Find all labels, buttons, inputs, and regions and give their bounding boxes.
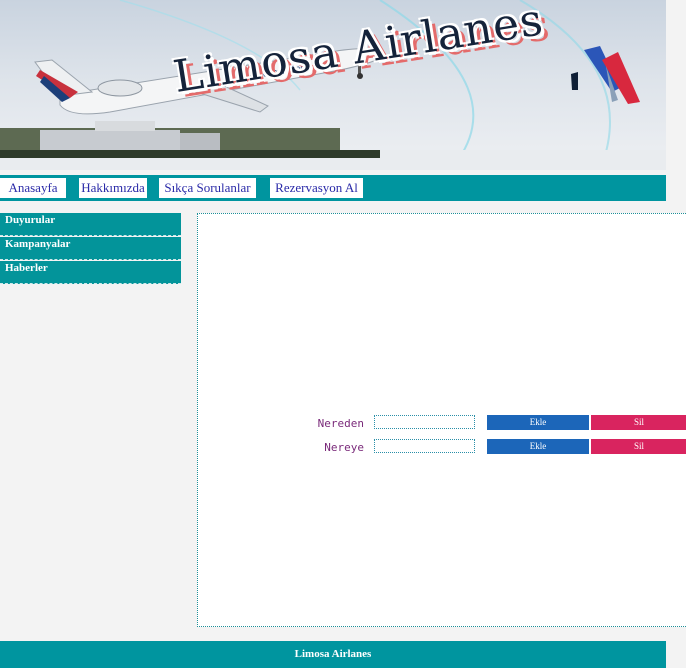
sidebar-item-kampanyalar[interactable]: Kampanyalar [0, 237, 181, 260]
sidebar: Duyurular Kampanyalar Haberler [0, 213, 181, 285]
from-input[interactable] [374, 415, 475, 429]
to-delete-button[interactable]: Sil [591, 439, 686, 454]
sidebar-item-haberler[interactable]: Haberler [0, 261, 181, 284]
from-label: Nereden [317, 417, 364, 430]
main-content: Nereden Ekle Sil Nereye Ekle Sil [197, 213, 686, 627]
footer-text: Limosa Airlanes [294, 648, 372, 660]
to-add-button[interactable]: Ekle [487, 439, 589, 454]
banner-illustration: American Eagle [0, 0, 666, 170]
sidebar-item-duyurular[interactable]: Duyurular [0, 213, 181, 236]
nav-item-anasayfa[interactable]: Anasayfa [0, 178, 66, 198]
to-label: Nereye [324, 441, 364, 454]
from-add-button[interactable]: Ekle [487, 415, 589, 430]
footer: Limosa Airlanes [0, 641, 666, 668]
from-delete-button[interactable]: Sil [591, 415, 686, 430]
nav-item-rezervasyon[interactable]: Rezervasyon Al [270, 178, 363, 198]
header-banner: American Eagle Limosa Airlanes [0, 0, 666, 170]
main-navbar: Anasayfa Hakkımızda Sıkça Sorulanlar Rez… [0, 175, 666, 201]
nav-item-hakkimizda[interactable]: Hakkımızda [79, 178, 147, 198]
hangar [40, 130, 180, 150]
to-input[interactable] [374, 439, 475, 453]
nav-item-sss[interactable]: Sıkça Sorulanlar [159, 178, 256, 198]
